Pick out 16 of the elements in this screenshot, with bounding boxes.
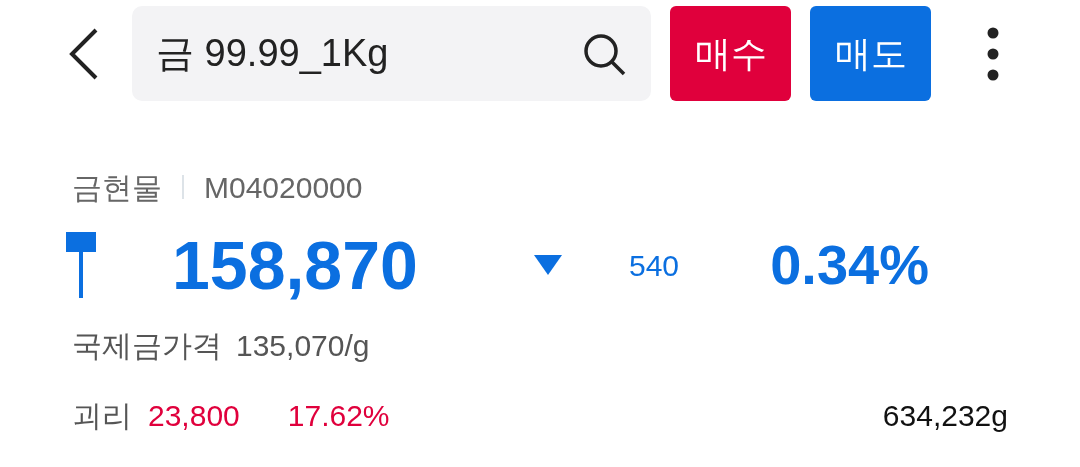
volume-value: 634,232g [882,397,1008,434]
search-field[interactable]: 금 99.99_1Kg [132,6,651,101]
premium-rate: 17.62% [287,397,390,434]
category-label: 금현물 [72,169,162,206]
back-icon[interactable] [68,26,100,81]
price-change: 540 [629,247,681,284]
sell-button[interactable]: 매도 [810,6,931,101]
premium-amount: 23,800 [148,397,240,434]
international-price-value: 135,070/g [236,327,370,364]
more-icon[interactable] [986,25,1000,82]
international-price-label: 국제금가격 [72,327,222,364]
premium-label: 괴리 [72,397,132,434]
change-rate: 0.34% [769,232,929,298]
buy-button[interactable]: 매수 [670,6,791,101]
current-price: 158,870 [172,226,419,305]
instrument-code: M04020000 [204,169,363,206]
